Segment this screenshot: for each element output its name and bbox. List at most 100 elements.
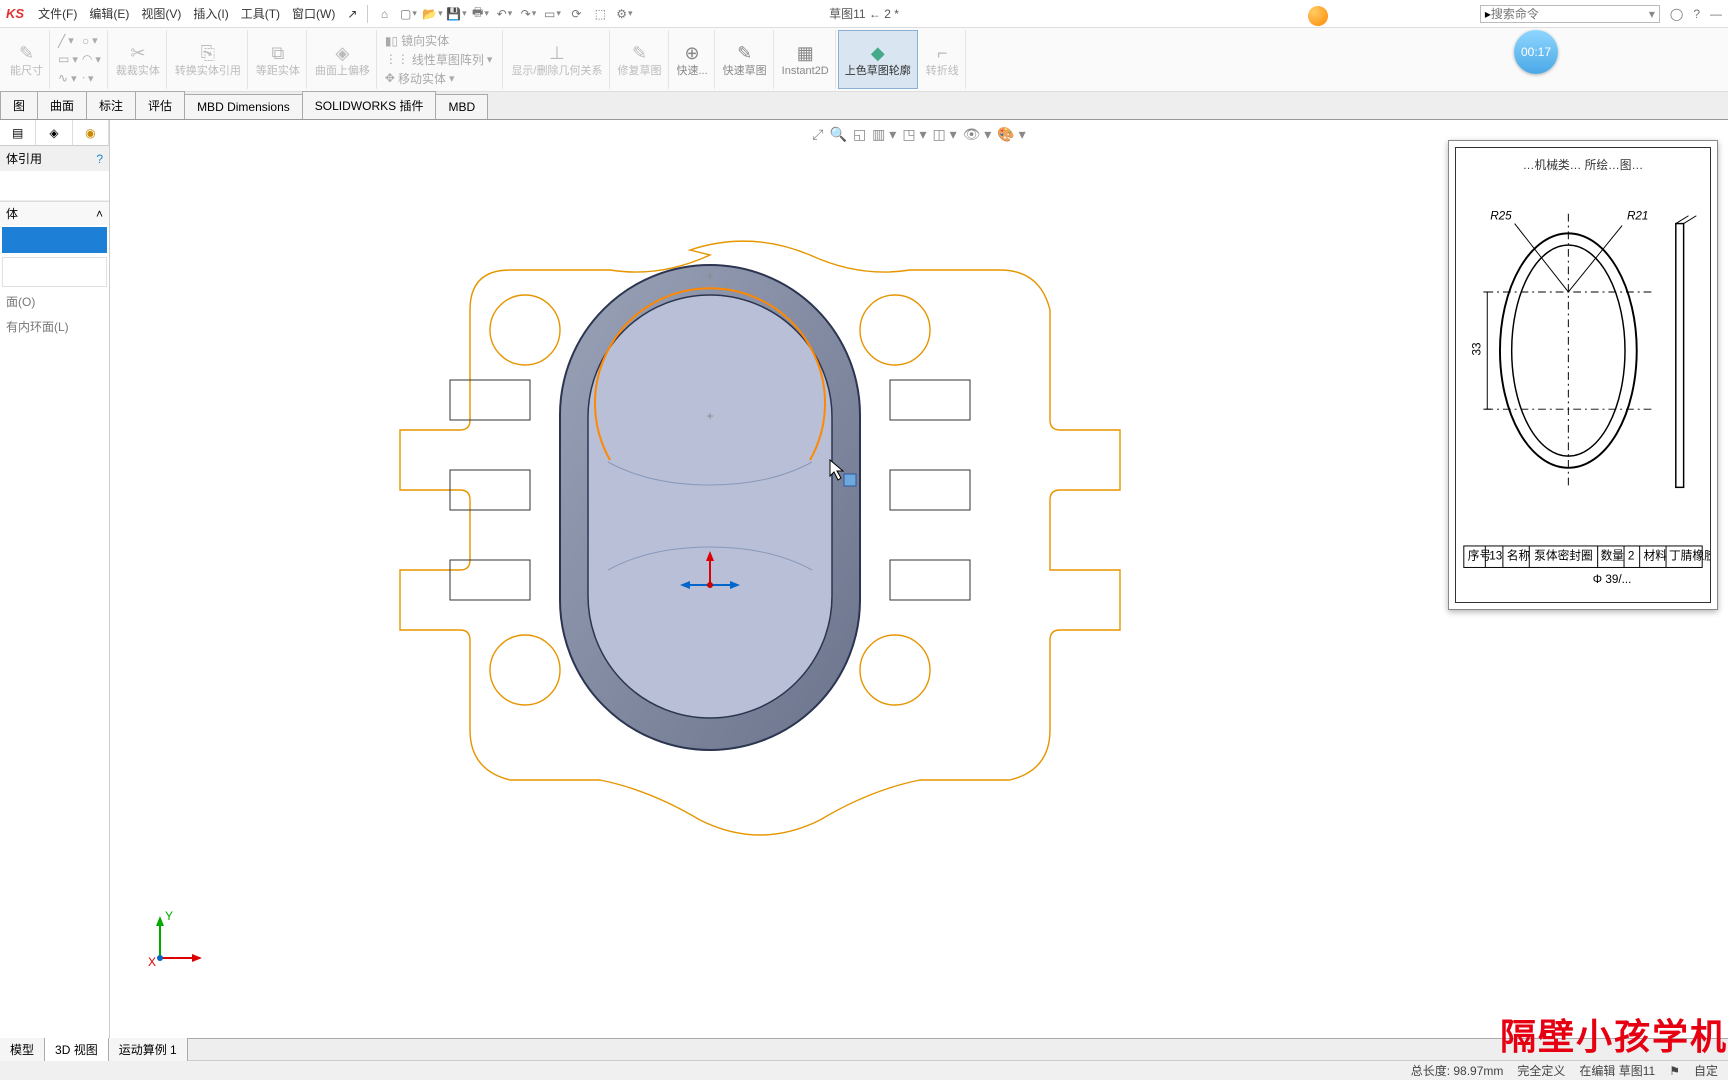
notification-orb-icon[interactable] xyxy=(1308,6,1328,26)
tab-sketch[interactable]: 图 xyxy=(0,91,38,119)
reference-drawing-panel[interactable]: …机械类… 所绘…图… R25 R21 33 xyxy=(1448,140,1718,610)
status-editing: 在编辑 草图11 xyxy=(1579,1062,1655,1079)
ribbon-repair[interactable]: ✎修复草图 xyxy=(612,30,669,89)
svg-text:Φ 39/...: Φ 39/... xyxy=(1593,573,1632,586)
point-icon: ᐧ xyxy=(82,71,85,85)
panel-title: 体引用 xyxy=(6,150,42,167)
settings-icon[interactable]: ⚙▾ xyxy=(615,5,633,23)
search-box[interactable]: ▸ ▾ xyxy=(1480,5,1660,23)
tab-surface[interactable]: 曲面 xyxy=(37,91,87,119)
app-logo: KS xyxy=(6,6,24,21)
pattern-icon: ⋮⋮ xyxy=(385,52,409,66)
view-triad: Y X xyxy=(140,908,210,978)
svg-text:Y: Y xyxy=(165,909,173,923)
menu-edit[interactable]: 编辑(E) xyxy=(89,5,129,22)
svg-text:名称: 名称 xyxy=(1507,549,1531,563)
fm-tab-2[interactable]: ◈ xyxy=(36,120,72,145)
ribbon-display-relations[interactable]: ⊥显示/删除几何关系 xyxy=(505,30,609,89)
ribbon-offset[interactable]: ⧉等距实体 xyxy=(250,30,307,89)
ribbon-instant2d[interactable]: ▦Instant2D xyxy=(776,30,836,89)
svg-text:13: 13 xyxy=(1489,550,1502,563)
undo-icon[interactable]: ↶▾ xyxy=(495,5,513,23)
ribbon-smart-dimension[interactable]: ✎能尺寸 xyxy=(4,30,50,89)
tab-mbd[interactable]: MBD xyxy=(435,94,488,119)
panel-face-option[interactable]: 面(O) xyxy=(0,289,109,314)
dim-r25: R25 xyxy=(1490,210,1512,223)
svg-text:数量: 数量 xyxy=(1601,549,1625,563)
ribbon-shaded-sketch[interactable]: ◆上色草图轮廓 xyxy=(838,30,918,89)
timer-badge[interactable]: 00:17 xyxy=(1514,30,1558,74)
main-area: ▤ ◈ ◉ 体引用 ? 体 ˄ 面(O) 有内环面(L) ▸ ⬢ 2 (默认) … xyxy=(0,120,1728,1038)
menu-insert[interactable]: 插入(I) xyxy=(193,5,228,22)
ribbon-convert[interactable]: ⎘转换实体引用 xyxy=(169,30,248,89)
ribbon-trim[interactable]: ✂裁裁实体 xyxy=(110,30,167,89)
ribbon-offset-surface[interactable]: ◈曲面上偏移 xyxy=(309,30,377,89)
tab-solidworks-addin[interactable]: SOLIDWORKS 插件 xyxy=(302,91,437,119)
help-icon[interactable]: ? xyxy=(1693,7,1700,21)
menu-window[interactable]: 窗口(W) xyxy=(292,5,335,22)
panel-title-row: 体引用 ? xyxy=(0,146,109,171)
tab-annotate[interactable]: 标注 xyxy=(86,91,136,119)
feature-manager: ▤ ◈ ◉ 体引用 ? 体 ˄ 面(O) 有内环面(L) xyxy=(0,120,110,1038)
search-input[interactable] xyxy=(1491,7,1649,21)
menu-view[interactable]: 视图(V) xyxy=(141,5,181,22)
svg-text:…机械类… 所绘…图…: …机械类… 所绘…图… xyxy=(1523,158,1643,172)
svg-text:2: 2 xyxy=(1628,550,1635,563)
menu-bar: KS 文件(F) 编辑(E) 视图(V) 插入(I) 工具(T) 窗口(W) ↗… xyxy=(0,0,1728,28)
chevron-up-icon: ˄ xyxy=(96,207,103,221)
ribbon-mirror-group[interactable]: ▮▯镜向实体 ⋮⋮线性草图阵列▾ ✥移动实体▾ xyxy=(379,30,504,89)
status-definition: 完全定义 xyxy=(1517,1062,1565,1079)
menu-tools[interactable]: 工具(T) xyxy=(241,5,280,22)
panel-inner-loop[interactable]: 有内环面(L) xyxy=(0,314,109,339)
tab-evaluate[interactable]: 评估 xyxy=(135,91,185,119)
sketch-canvas: + + xyxy=(310,130,1210,890)
status-bar: 总长度: 98.97mm 完全定义 在编辑 草图11 ⚑ 自定 xyxy=(0,1060,1728,1080)
status-custom[interactable]: 自定 xyxy=(1694,1062,1718,1079)
rebuild-icon[interactable]: ⟳ xyxy=(567,5,585,23)
user-icon[interactable]: ◯ xyxy=(1670,7,1683,21)
tab-mbd-dimensions[interactable]: MBD Dimensions xyxy=(184,94,303,119)
new-icon[interactable]: ▢▾ xyxy=(399,5,417,23)
ribbon-quick-snap[interactable]: ⊕快速... xyxy=(671,30,715,89)
save-icon[interactable]: 💾▾ xyxy=(447,5,465,23)
ribbon-inflection[interactable]: ⌐转折线 xyxy=(920,30,966,89)
fm-tab-1[interactable]: ▤ xyxy=(0,120,36,145)
panel-help-icon[interactable]: ? xyxy=(96,152,103,166)
dim-33: 33 xyxy=(1470,342,1483,355)
select-icon[interactable]: ▭▾ xyxy=(543,5,561,23)
minimize-icon[interactable]: ― xyxy=(1710,7,1722,21)
fm-tab-3[interactable]: ◉ xyxy=(73,120,109,145)
panel-selection-box[interactable] xyxy=(2,227,107,253)
btab-3d-view[interactable]: 3D 视图 xyxy=(45,1038,109,1061)
btab-model[interactable]: 模型 xyxy=(0,1038,45,1061)
ribbon: ✎能尺寸 ╱▾ ○▾ ▭▾ ◠▾ ∿▾ ᐧ▾ ✂裁裁实体 ⎘转换实体引用 ⧉等距… xyxy=(0,28,1728,92)
status-length: 总长度: 98.97mm xyxy=(1411,1062,1504,1079)
spline-icon: ∿ xyxy=(58,71,68,85)
btab-motion[interactable]: 运动算例 1 xyxy=(109,1038,188,1061)
rect-icon: ▭ xyxy=(58,52,69,66)
mirror-icon: ▮▯ xyxy=(385,34,398,48)
bottom-tabs: 模型 3D 视图 运动算例 1 xyxy=(0,1038,1728,1060)
ribbon-quick-sketch[interactable]: ✎快速草图 xyxy=(717,30,774,89)
ribbon-line-tools[interactable]: ╱▾ ○▾ ▭▾ ◠▾ ∿▾ ᐧ▾ xyxy=(52,30,108,89)
svg-text:X: X xyxy=(148,955,156,969)
options-icon[interactable]: ⬚ xyxy=(591,5,609,23)
menu-more-icon[interactable]: ↗ xyxy=(347,7,357,21)
dim-r21: R21 xyxy=(1627,210,1649,223)
print-icon[interactable]: 🖶▾ xyxy=(471,5,489,23)
watermark-text: 隔壁小孩学机 xyxy=(1500,1008,1728,1060)
line-icon: ╱ xyxy=(58,34,65,48)
move-icon: ✥ xyxy=(385,71,395,85)
status-flag-icon[interactable]: ⚑ xyxy=(1669,1064,1680,1078)
panel-section-header[interactable]: 体 ˄ xyxy=(0,201,109,225)
viewport[interactable]: ⤢ 🔍 ◱ ▥ ▾ ◳ ▾ ◫ ▾ 👁 ▾ 🎨 ▾ xyxy=(110,120,1728,1038)
svg-text:+: + xyxy=(706,409,713,423)
redo-icon[interactable]: ↷▾ xyxy=(519,5,537,23)
svg-text:序号: 序号 xyxy=(1468,549,1491,563)
menu-file[interactable]: 文件(F) xyxy=(38,5,77,22)
open-icon[interactable]: 📂▾ xyxy=(423,5,441,23)
home-icon[interactable]: ⌂ xyxy=(375,5,393,23)
svg-text:材料: 材料 xyxy=(1644,549,1668,563)
command-tabs: 图 曲面 标注 评估 MBD Dimensions SOLIDWORKS 插件 … xyxy=(0,92,1728,120)
search-dd-icon[interactable]: ▾ xyxy=(1649,7,1655,21)
